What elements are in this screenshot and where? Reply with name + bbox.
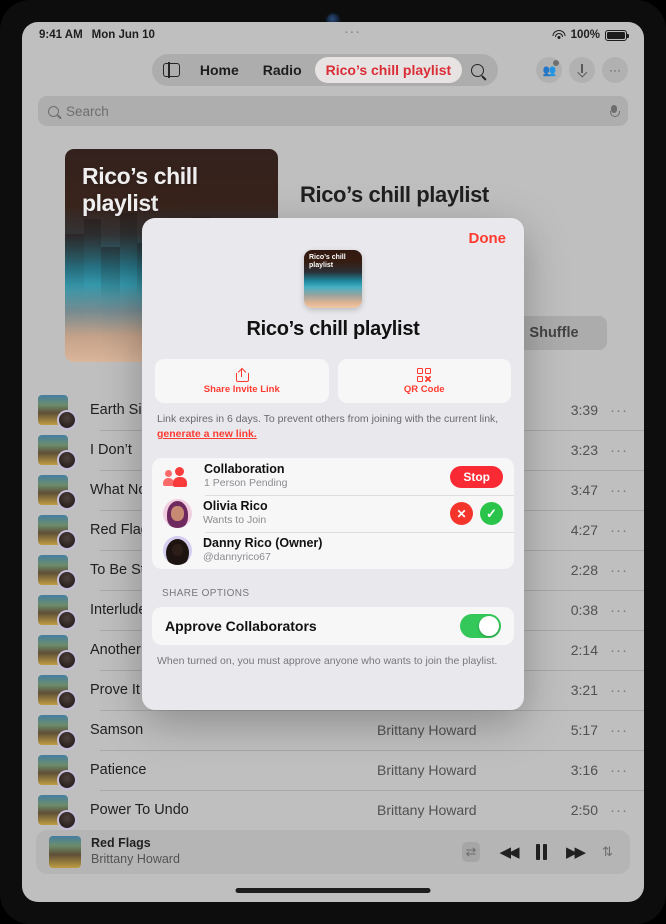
olivia-avatar (163, 499, 192, 528)
member-row-danny: Danny Rico (Owner) @dannyrico67 (152, 532, 514, 569)
approve-collaborators-toggle[interactable] (460, 614, 501, 638)
member-row-olivia: Olivia Rico Wants to Join ✕ ✓ (152, 495, 514, 532)
modal-artwork-title: Rico’s chill playlist (309, 254, 346, 270)
collaboration-section: Collaboration 1 Person Pending Stop Oliv… (152, 458, 514, 569)
approve-collaborators-footnote: When turned on, you must approve anyone … (157, 655, 498, 667)
olivia-name: Olivia Rico (203, 499, 268, 514)
accept-button[interactable]: ✓ (480, 502, 503, 525)
link-expiry-text: Link expires in 6 days. To prevent other… (157, 413, 499, 425)
olivia-text: Olivia Rico Wants to Join (203, 499, 443, 527)
collaboration-subtitle: 1 Person Pending (204, 477, 288, 490)
collaboration-text: Collaboration 1 Person Pending (204, 462, 450, 490)
approve-collaborators-label: Approve Collaborators (165, 618, 317, 634)
modal-playlist-artwork: Rico’s chill playlist (304, 250, 362, 308)
collaboration-row: Collaboration 1 Person Pending Stop (152, 458, 514, 495)
done-button[interactable]: Done (469, 230, 507, 247)
modal-action-buttons: Share Invite Link QR Code (155, 359, 511, 403)
qr-code-button[interactable]: QR Code (337, 359, 511, 403)
link-expiry-note: Link expires in 6 days. To prevent other… (157, 412, 509, 442)
screen: 9:41 AM Mon Jun 10 ··· 100% Home Radio R… (22, 22, 644, 902)
danny-handle: @dannyrico67 (203, 551, 271, 564)
share-icon (235, 367, 250, 382)
danny-text: Danny Rico (Owner) @dannyrico67 (203, 536, 503, 564)
share-invite-link-label: Share Invite Link (203, 383, 280, 395)
danny-avatar (163, 536, 192, 565)
generate-new-link[interactable]: generate a new link. (157, 428, 257, 440)
olivia-status: Wants to Join (203, 514, 267, 527)
qr-code-icon (417, 367, 432, 382)
share-playlist-modal: Done Rico’s chill playlist Rico’s chill … (142, 218, 524, 710)
tablet-device: 9:41 AM Mon Jun 10 ··· 100% Home Radio R… (0, 0, 666, 924)
qr-code-label: QR Code (403, 383, 445, 395)
share-invite-link-button[interactable]: Share Invite Link (155, 359, 329, 403)
collaboration-title: Collaboration (204, 462, 285, 477)
deny-button[interactable]: ✕ (450, 502, 473, 525)
device-bezel: 9:41 AM Mon Jun 10 ··· 100% Home Radio R… (22, 22, 644, 902)
collaboration-people-icon (163, 466, 193, 487)
danny-name: Danny Rico (Owner) (203, 536, 323, 551)
approve-collaborators-row[interactable]: Approve Collaborators (152, 607, 514, 645)
share-options-label: SHARE OPTIONS (162, 588, 250, 599)
modal-title: Rico’s chill playlist (246, 318, 420, 340)
stop-button[interactable]: Stop (450, 465, 503, 488)
